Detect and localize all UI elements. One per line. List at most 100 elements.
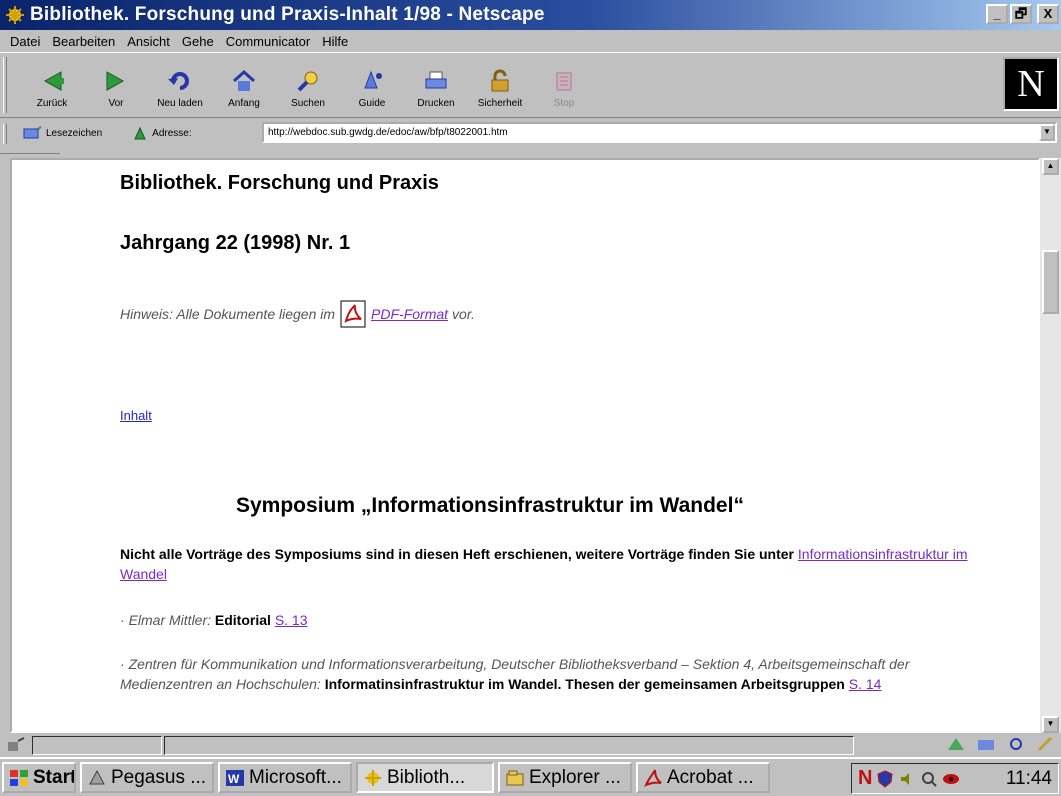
inhalt-link[interactable]: Inhalt	[120, 408, 152, 423]
stop-label: Stop	[553, 98, 575, 109]
forward-button[interactable]: Vor	[84, 55, 148, 109]
netscape-logo[interactable]: N	[1003, 57, 1059, 111]
eye-tray-icon[interactable]	[942, 770, 960, 788]
menu-gehe[interactable]: Gehe	[176, 34, 220, 49]
url-text: http://webdoc.sub.gwdg.de/edoc/aw/bfp/t8…	[268, 127, 508, 138]
print-label: Drucken	[417, 98, 455, 109]
start-label: Start	[33, 766, 76, 788]
explorer-icon	[506, 770, 524, 785]
progress-field	[32, 735, 162, 755]
forward-label: Vor	[108, 98, 124, 109]
page-content: Bibliothek. Forschung und Praxis Jahrgan…	[10, 158, 1040, 733]
list-item: · Zentren für Kommunikation und Informat…	[120, 654, 960, 694]
task-label: Acrobat ...	[667, 766, 754, 788]
home-button[interactable]: Anfang	[212, 55, 276, 109]
entry-title: Informatinsinfrastruktur im Wandel. Thes…	[324, 676, 845, 692]
security-label: Sicherheit	[477, 98, 523, 109]
entry-bullet: ·	[120, 612, 125, 628]
reload-button[interactable]: Neu laden	[148, 55, 212, 109]
scroll-up-icon[interactable]: ▲	[1042, 158, 1059, 175]
toolbar-grip[interactable]	[3, 57, 7, 113]
menu-bar: Datei Bearbeiten Ansicht Gehe Communicat…	[0, 30, 1061, 52]
task-pegasus[interactable]: Pegasus ...	[80, 762, 214, 793]
netscape-tray-icon[interactable]: N	[858, 767, 872, 790]
maximize-button[interactable]: 🗗	[1010, 4, 1032, 24]
search-tray-icon[interactable]	[920, 770, 938, 788]
windows-taskbar: Start Pegasus ... W Microsoft... Bibliot…	[0, 757, 1061, 796]
entry-author: Elmar Mittler:	[128, 612, 212, 628]
mail-icon[interactable]	[975, 736, 997, 752]
toolbar-collapse-tab[interactable]	[0, 148, 60, 154]
security-button[interactable]: Sicherheit	[468, 55, 532, 109]
start-button[interactable]: Start	[2, 762, 76, 793]
location-grip[interactable]	[3, 124, 7, 144]
entry-page-link[interactable]: S. 13	[275, 612, 308, 628]
location-bar: Lesezeichen Adresse: http://webdoc.sub.g…	[0, 118, 1061, 148]
home-icon	[232, 69, 256, 91]
entry-title: Editorial	[214, 612, 271, 628]
minimize-button[interactable]: _	[986, 4, 1008, 24]
entry-page-link[interactable]: S. 14	[849, 676, 882, 692]
bookmarks-button[interactable]: Lesezeichen	[22, 126, 102, 140]
reload-label: Neu laden	[157, 98, 203, 109]
menu-communicator[interactable]: Communicator	[220, 34, 317, 49]
intro-text: Nicht alle Vorträge des Symposiums sind …	[120, 546, 794, 562]
task-microsoft[interactable]: W Microsoft...	[218, 762, 352, 793]
volume-heading: Jahrgang 22 (1998) Nr. 1	[120, 232, 351, 254]
guide-button[interactable]: Guide	[340, 55, 404, 109]
symposium-heading: Symposium „Informationsinfrastruktur im …	[236, 494, 744, 517]
print-button[interactable]: Drucken	[404, 55, 468, 109]
netscape-app-icon[interactable]	[4, 4, 26, 26]
speaker-tray-icon[interactable]	[898, 770, 916, 788]
menu-bearbeiten[interactable]: Bearbeiten	[46, 34, 121, 49]
netscape-task-icon	[365, 769, 381, 786]
back-button[interactable]: Zurück	[20, 55, 84, 109]
menu-ansicht[interactable]: Ansicht	[121, 34, 176, 49]
pdf-format-link[interactable]: PDF-Format	[371, 306, 448, 322]
shield-tray-icon[interactable]	[876, 769, 894, 788]
address-label: Adresse:	[152, 127, 192, 139]
vertical-scrollbar[interactable]: ▲ ▼	[1040, 158, 1061, 733]
page-proxy-icon[interactable]	[132, 125, 148, 141]
task-acrobat[interactable]: Acrobat ...	[636, 762, 770, 793]
address-dropdown-icon[interactable]: ▼	[1039, 124, 1055, 141]
status-message-field	[164, 735, 854, 755]
menu-datei[interactable]: Datei	[4, 34, 46, 49]
bookmarks-icon	[23, 126, 42, 139]
connection-status-icon	[8, 737, 25, 751]
task-label: Explorer ...	[529, 766, 621, 788]
scroll-thumb[interactable]	[1042, 250, 1059, 314]
close-button[interactable]: X	[1037, 4, 1059, 24]
task-explorer[interactable]: Explorer ...	[498, 762, 632, 793]
newsgroups-icon[interactable]	[1005, 736, 1027, 752]
menu-hilfe[interactable]: Hilfe	[316, 34, 354, 49]
acrobat-icon	[644, 769, 662, 787]
status-bar	[0, 733, 1061, 757]
guide-label: Guide	[358, 98, 386, 109]
pdf-document-icon[interactable]	[339, 300, 367, 328]
address-field[interactable]: http://webdoc.sub.gwdg.de/edoc/aw/bfp/t8…	[262, 122, 1057, 143]
task-bibliothek[interactable]: Biblioth...	[356, 762, 494, 793]
navigation-toolbar: Zurück Vor Neu laden Anfang Suchen Guide…	[0, 52, 1061, 118]
pdf-note-suffix: vor.	[452, 306, 475, 322]
back-label: Zurück	[36, 98, 68, 109]
home-label: Anfang	[228, 98, 260, 109]
printer-icon	[425, 71, 447, 89]
pdf-note-prefix: Hinweis: Alle Dokumente liegen im	[120, 306, 336, 322]
bookmarks-label: Lesezeichen	[46, 127, 103, 139]
composer-icon[interactable]	[1035, 736, 1057, 752]
page-title: Bibliothek. Forschung und Praxis	[120, 172, 439, 194]
scroll-down-icon[interactable]: ▼	[1042, 716, 1059, 733]
search-button[interactable]: Suchen	[276, 55, 340, 109]
navigator-icon[interactable]	[945, 736, 967, 752]
svg-text:W: W	[228, 772, 240, 786]
stop-icon	[556, 72, 572, 91]
stop-button[interactable]: Stop	[532, 55, 596, 109]
search-label: Suchen	[291, 98, 325, 109]
window-title: Bibliothek. Forschung und Praxis-Inhalt …	[30, 4, 545, 25]
task-label: Microsoft...	[249, 766, 342, 788]
entry-bullet: ·	[120, 656, 125, 672]
component-bar	[945, 736, 1057, 752]
word-icon: W	[226, 769, 244, 786]
lock-icon	[491, 69, 509, 92]
